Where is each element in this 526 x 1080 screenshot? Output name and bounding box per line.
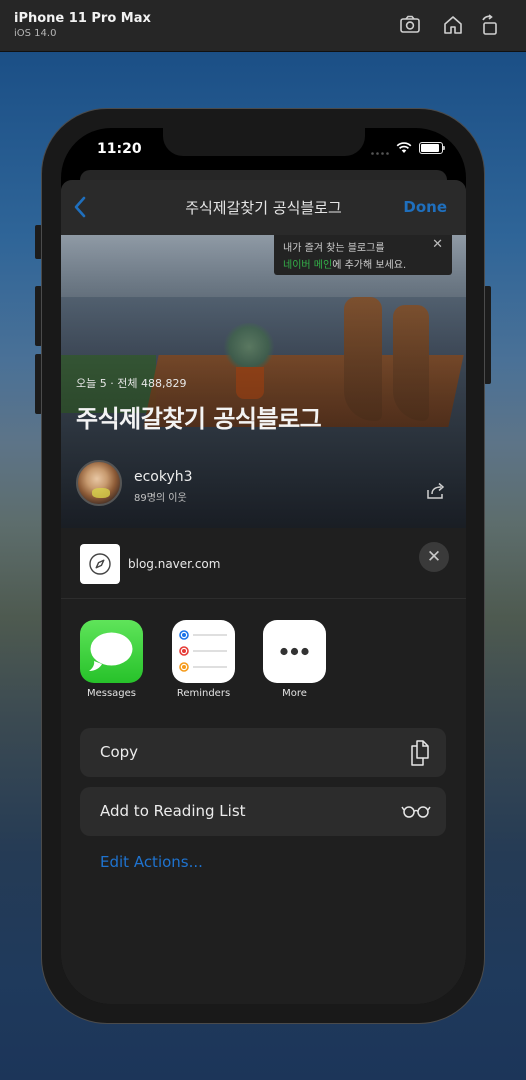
share-app-label: Messages [86, 688, 137, 699]
reading-list-action-label: Add to Reading List [100, 802, 246, 820]
more-icon[interactable] [263, 620, 326, 683]
tooltip-close-icon[interactable]: ✕ [432, 237, 443, 252]
tooltip-line2-text: 에 추가해 보세요. [332, 260, 407, 271]
copy-icon [411, 740, 429, 766]
home-icon[interactable] [442, 14, 464, 36]
battery-icon [419, 142, 445, 154]
simulator-toolbar: iPhone 11 Pro Max iOS 14.0 [0, 0, 526, 52]
wifi-icon [396, 142, 412, 153]
blog-title: 주식제갈찾기 공식블로그 [76, 405, 322, 433]
screenshot-icon[interactable] [399, 14, 421, 36]
divider [61, 598, 466, 599]
share-app-more[interactable]: More [263, 620, 327, 699]
copy-action-label: Copy [100, 743, 139, 761]
username[interactable]: ecokyh3 [134, 469, 193, 485]
nav-bar: 주식제갈찾기 공식블로그 Done [61, 180, 466, 235]
glasses-icon [401, 806, 431, 818]
avatar[interactable] [76, 460, 122, 506]
blog-cover: 내가 즐겨 찾는 블로그를 네이버 메인에 추가해 보세요. ✕ 오늘 5 · … [61, 235, 466, 528]
share-app-reminders[interactable]: Reminders [172, 620, 236, 699]
safari-compass-icon [89, 553, 111, 575]
share-sheet: blog.naver.com ✕ Messages Reminders More… [61, 528, 466, 1004]
copy-action[interactable]: Copy [80, 728, 446, 777]
visitor-stats: 오늘 5 · 전체 488,829 [76, 377, 187, 390]
web-view-card: 주식제갈찾기 공식블로그 Done 내가 즐겨 찾는 블로그를 네이버 메인에 … [61, 180, 466, 1004]
messages-icon[interactable] [80, 620, 143, 683]
share-icon[interactable] [425, 482, 447, 500]
share-app-messages[interactable]: Messages [80, 620, 144, 699]
share-app-label: More [282, 688, 307, 699]
close-icon[interactable]: ✕ [419, 542, 449, 572]
tooltip-line2: 네이버 메인에 추가해 보세요. [283, 256, 406, 271]
device-name: iPhone 11 Pro Max [14, 11, 151, 26]
site-favicon [80, 544, 120, 584]
done-button[interactable]: Done [403, 198, 447, 216]
phone-screen: 11:20 주식제갈찾기 공식블로그 Done 내가 즐겨 찾는 블로그를 네이… [61, 128, 466, 1004]
neighbor-count: 89명의 이웃 [134, 493, 187, 504]
status-time: 11:20 [97, 141, 142, 157]
edit-actions-link[interactable]: Edit Actions... [100, 853, 203, 871]
add-to-main-tooltip: 내가 즐겨 찾는 블로그를 네이버 메인에 추가해 보세요. ✕ [274, 235, 452, 275]
add-to-reading-list-action[interactable]: Add to Reading List [80, 787, 446, 836]
power-button [484, 286, 491, 384]
cellular-icon [371, 152, 389, 155]
rotate-icon[interactable] [479, 14, 501, 36]
device-os: iOS 14.0 [14, 28, 57, 39]
shared-url: blog.naver.com [128, 557, 221, 571]
tooltip-line1: 내가 즐겨 찾는 블로그를 [283, 243, 385, 254]
reminders-icon[interactable] [172, 620, 235, 683]
notch [163, 128, 365, 156]
tooltip-link[interactable]: 네이버 메인 [283, 260, 332, 271]
share-app-label: Reminders [176, 688, 231, 699]
